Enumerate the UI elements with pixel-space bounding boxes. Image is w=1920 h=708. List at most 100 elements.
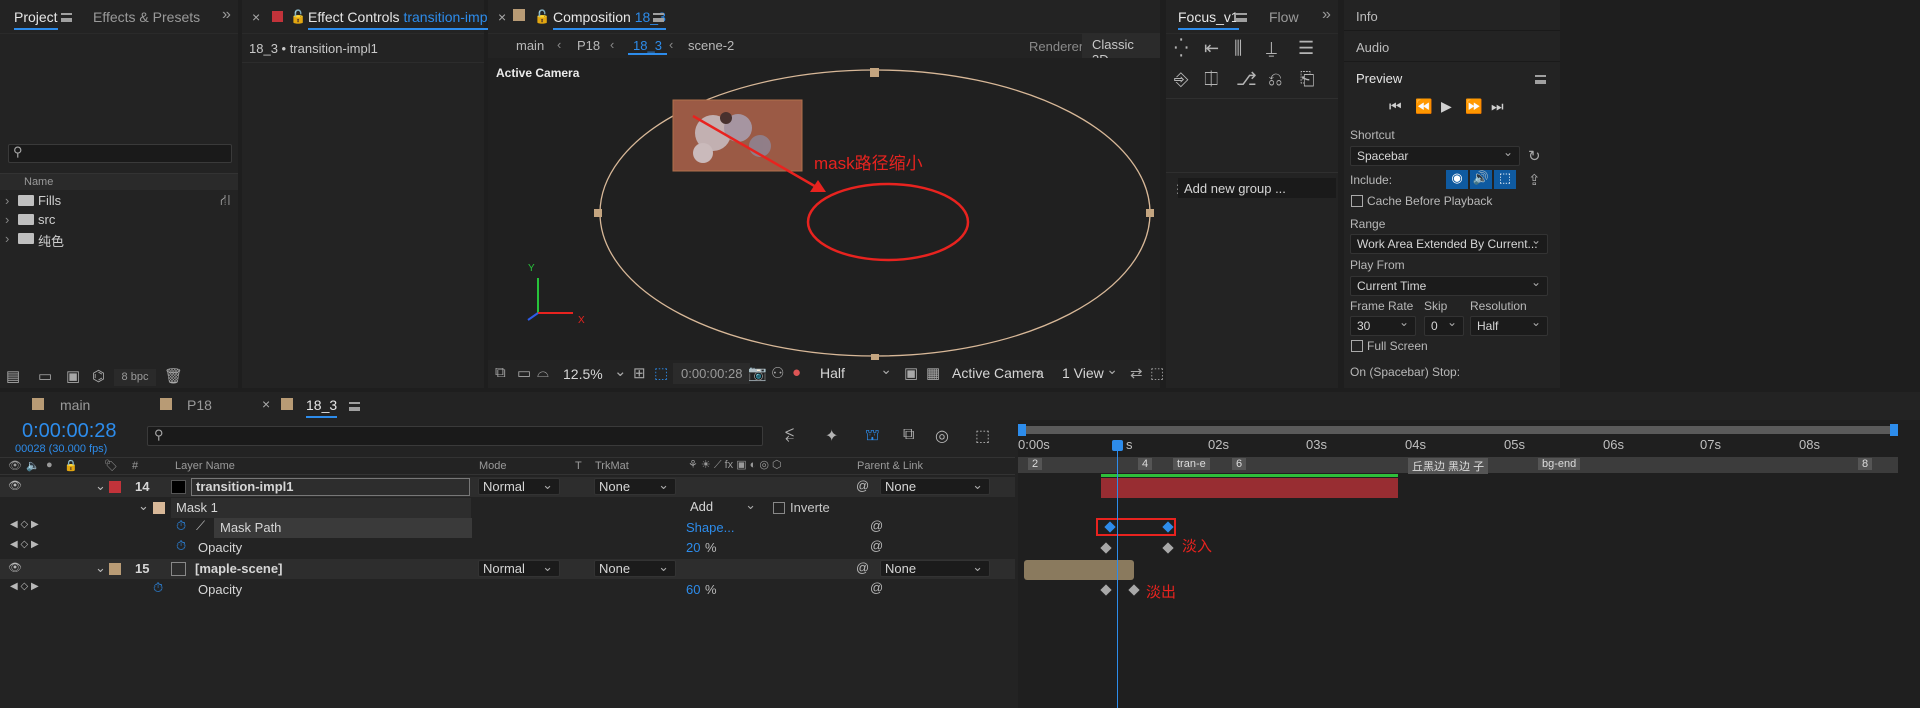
tab-flow[interactable]: Flow [1269, 9, 1299, 25]
layer-row-15[interactable]: 👁 ⌄ 15 [maple-scene] Normal None @ None [0, 559, 1015, 579]
zoom-select[interactable]: 12.5% [563, 366, 603, 382]
skip-select[interactable]: 0 [1424, 315, 1464, 336]
timeline-timecode[interactable]: 0:00:00:28 [22, 420, 117, 443]
keyframe[interactable] [1128, 584, 1140, 596]
solo-icon[interactable]: ● [46, 459, 53, 471]
layer-bar-14[interactable] [1101, 478, 1398, 498]
draft-3d-icon[interactable]: ✦ [825, 426, 838, 446]
layer-row-14[interactable]: 👁 ⌄ 14 transition-impl1 Normal None @ No… [0, 477, 1015, 497]
project-search-input[interactable]: ⚲ [8, 144, 232, 163]
grid-icon[interactable]: ⊞ [633, 364, 646, 382]
marker[interactable]: 丘黑边 黑边 子 [1408, 458, 1489, 474]
overflow-icon[interactable]: » [1322, 6, 1331, 24]
resolution-select[interactable]: Half [814, 361, 898, 383]
tab-project[interactable]: Project [14, 9, 58, 30]
info-header[interactable]: Info [1356, 9, 1378, 24]
new-comp-icon[interactable]: ▣ [66, 367, 80, 385]
tab-effects-presets[interactable]: Effects & Presets [93, 9, 200, 25]
transparency-grid-icon[interactable]: ▦ [926, 364, 940, 382]
chevron-down-icon[interactable]: ⌄ [614, 362, 627, 380]
tab-focus[interactable]: Focus_v1 [1178, 9, 1239, 30]
property-value[interactable]: 60 [686, 582, 700, 597]
keyframe[interactable] [1162, 542, 1174, 554]
viewer-svg[interactable] [488, 58, 1160, 360]
property-row-opacity[interactable]: ◀ ◇ ▶ ⏱ Opacity 60 % @ [0, 580, 1015, 600]
lock-icon[interactable]: 🔒 [64, 459, 78, 472]
graph-editor-icon[interactable]: ⬚ [975, 426, 990, 446]
stopwatch-icon[interactable]: ⏱ [153, 580, 163, 596]
expression-pickwhip-icon[interactable]: @ [870, 538, 883, 553]
expand-chevron-icon[interactable]: ⌄ [95, 560, 106, 576]
reset-icon[interactable]: ↻ [1528, 147, 1541, 165]
lock-icon[interactable]: 🔓 [534, 9, 550, 25]
distribute-icon[interactable]: ⫼ [1234, 38, 1242, 59]
interpret-footage-icon[interactable]: ▤ [6, 367, 20, 385]
keyframe-nav-icon[interactable]: ◀ ◇ ▶ [10, 519, 39, 530]
stopwatch-icon[interactable]: ⏱ [176, 538, 186, 554]
range-select[interactable]: Work Area Extended By Current... [1350, 234, 1548, 254]
parent-select[interactable]: None [880, 477, 990, 495]
prev-frame-icon[interactable]: ⏪ [1415, 98, 1432, 115]
playfrom-select[interactable]: Current Time [1350, 275, 1548, 296]
align-left-icon[interactable]: ⇤ [1204, 38, 1219, 59]
visibility-icon[interactable]: 👁 [8, 459, 22, 472]
timeline-search-input[interactable]: ⚲ [147, 426, 763, 446]
flowchart-icon[interactable]: ⌬ [92, 367, 105, 385]
resolution-select[interactable]: Half [1470, 315, 1548, 336]
pickwhip-icon[interactable]: @ [856, 478, 869, 493]
always-preview-icon[interactable]: ⧉ [495, 364, 506, 381]
mode-select[interactable]: Normal [478, 559, 560, 577]
shy-icon[interactable]: ⛫ [865, 426, 880, 446]
cache-checkbox[interactable] [1351, 195, 1363, 207]
comp-viewer[interactable]: Active Camera mask路径缩小 Y X [488, 58, 1160, 360]
last-frame-icon[interactable]: ⏭ [1491, 98, 1504, 115]
time-graph[interactable]: 0:00s s 02s 03s 04s 05s 06s 07s 08s 2 4 … [1018, 420, 1920, 708]
framerate-select[interactable]: 30 [1350, 315, 1416, 336]
pickwhip-icon[interactable]: @ [856, 560, 869, 575]
parent-select[interactable]: None [880, 559, 990, 577]
marker[interactable]: tran-e [1173, 458, 1210, 470]
snapshot-icon[interactable]: 📷 [748, 364, 767, 382]
audio-icon[interactable]: 🔈 [26, 459, 40, 472]
stopwatch-icon[interactable]: ⏱ [176, 518, 186, 534]
export-icon[interactable]: ⇪ [1528, 171, 1541, 189]
play-icon[interactable]: ▶ [1441, 98, 1452, 115]
layer-name[interactable]: [maple-scene] [195, 561, 282, 576]
invert-checkbox[interactable] [773, 502, 785, 514]
mask-mode-select[interactable]: Add [686, 497, 762, 514]
fullscreen-checkbox[interactable] [1351, 340, 1363, 352]
next-frame-icon[interactable]: ⏩ [1465, 98, 1482, 115]
close-icon[interactable]: × [252, 9, 260, 25]
trkmat-select[interactable]: None [594, 559, 676, 577]
tab-p18[interactable]: P18 [187, 397, 212, 413]
motion-blur-icon[interactable]: ◎ [935, 426, 949, 446]
region-icon[interactable]: ⬚ [654, 364, 668, 382]
comp-menu-icon[interactable] [653, 13, 664, 22]
expand-chevron-icon[interactable]: ⌄ [138, 498, 149, 514]
hierarchy-icon[interactable]: ⛙ [220, 192, 231, 211]
focus-menu-icon[interactable] [1236, 13, 1247, 22]
color-channel-icon[interactable]: ● [792, 364, 801, 381]
mask-visibility-icon[interactable]: ⌓ [537, 364, 549, 381]
tab-18-3[interactable]: 18_3 [306, 397, 338, 418]
work-area-end[interactable] [1890, 424, 1898, 436]
mode-select[interactable]: Normal [478, 477, 560, 495]
keyframe-nav-icon[interactable]: ◀ ◇ ▶ [10, 539, 39, 550]
layer-move-icon[interactable]: ⎌ [1268, 69, 1282, 90]
close-icon[interactable]: × [262, 396, 270, 412]
layer-add-icon[interactable]: ⎗ [1300, 69, 1314, 90]
layer-center-icon[interactable]: ⎅ [1204, 69, 1218, 90]
playhead-line[interactable] [1117, 440, 1118, 708]
playhead-handle[interactable] [1112, 440, 1123, 451]
mask-name[interactable]: Mask 1 [171, 498, 471, 518]
monitor-icon[interactable]: ▭ [517, 364, 531, 382]
new-folder-icon[interactable]: ▭ [38, 367, 52, 385]
layer-align-icon[interactable]: ⎆ [1174, 69, 1188, 90]
close-icon[interactable]: × [498, 9, 506, 25]
mask-row[interactable]: ⌄ Mask 1 Add Inverte [0, 497, 1015, 518]
current-time-field[interactable]: 0:00:00:28 [673, 363, 751, 384]
label-color[interactable] [109, 481, 121, 493]
toggle-pixel-icon[interactable]: ⇄ [1130, 364, 1143, 382]
trkmat-select[interactable]: None [594, 477, 676, 495]
marker[interactable]: 8 [1858, 458, 1873, 470]
